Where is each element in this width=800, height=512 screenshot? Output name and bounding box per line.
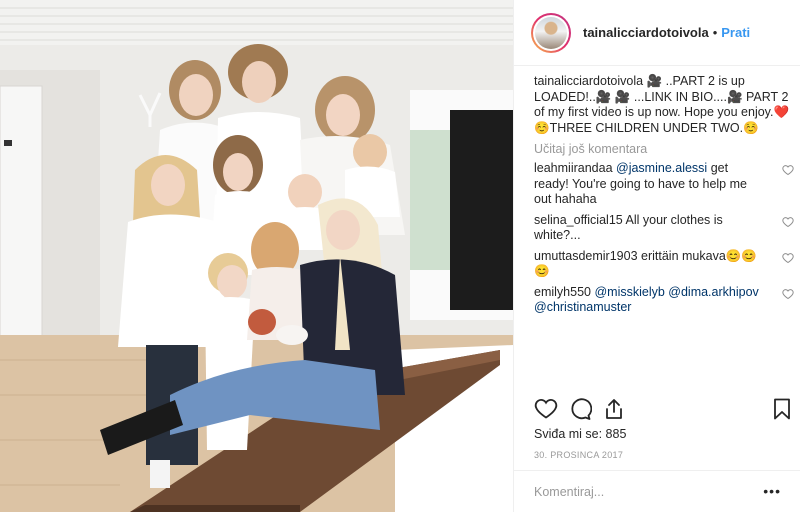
- comment-username[interactable]: umuttasdemir1903: [534, 249, 638, 263]
- comment-text: leahmiirandaa @jasmine.alessi get ready!…: [534, 161, 764, 208]
- avatar-ring: [533, 14, 569, 51]
- comment-bubble-icon[interactable]: [568, 397, 592, 421]
- comment-input[interactable]: [534, 484, 754, 499]
- follow-button[interactable]: Prati: [721, 25, 750, 40]
- avatar[interactable]: [531, 12, 571, 53]
- small-heart-icon[interactable]: [782, 164, 794, 176]
- add-comment-bar: •••: [514, 470, 800, 512]
- post-actions: [534, 397, 794, 423]
- family-photo-illustration: [0, 0, 513, 512]
- comment-text: emilyh550 @misskielyb @dima.arkhipov @ch…: [534, 285, 764, 316]
- share-upload-icon[interactable]: [602, 397, 626, 421]
- comment-text: selina_official15 All your clothes is wh…: [534, 213, 764, 244]
- avatar-image: [535, 16, 567, 49]
- small-heart-icon[interactable]: [782, 216, 794, 228]
- comment-item: umuttasdemir1903 erittäin mukava😊😊😊: [534, 249, 794, 280]
- post-sidebar: tainalicciardotoivola • Prati tainalicci…: [513, 0, 800, 512]
- caption-username[interactable]: tainalicciardotoivola: [534, 74, 643, 88]
- comment-item: emilyh550 @misskielyb @dima.arkhipov @ch…: [534, 285, 794, 316]
- comments-list[interactable]: tainalicciardotoivola 🎥 ..PART 2 is up L…: [534, 70, 794, 388]
- bookmark-icon[interactable]: [770, 397, 794, 421]
- more-options-icon[interactable]: •••: [763, 483, 781, 499]
- load-more-comments-link[interactable]: Učitaj još komentara: [534, 142, 794, 156]
- heart-icon[interactable]: [534, 397, 558, 421]
- comment-item: selina_official15 All your clothes is wh…: [534, 213, 794, 244]
- comment-username[interactable]: leahmiirandaa: [534, 161, 613, 175]
- comment-username[interactable]: selina_official15: [534, 213, 623, 227]
- small-heart-icon[interactable]: [782, 288, 794, 300]
- post-header: tainalicciardotoivola • Prati: [514, 0, 800, 66]
- header-separator: •: [712, 25, 718, 40]
- likes-count[interactable]: Sviđa mi se: 885: [534, 427, 626, 441]
- post-photo[interactable]: [0, 0, 513, 512]
- instagram-post: tainalicciardotoivola • Prati tainalicci…: [0, 0, 800, 512]
- comment-text: umuttasdemir1903 erittäin mukava😊😊😊: [534, 249, 764, 280]
- post-caption: tainalicciardotoivola 🎥 ..PART 2 is up L…: [534, 70, 794, 136]
- comment-item: leahmiirandaa @jasmine.alessi get ready!…: [534, 161, 794, 208]
- post-date: 30. PROSINCA 2017: [534, 450, 624, 460]
- header-username[interactable]: tainalicciardotoivola: [583, 25, 709, 40]
- small-heart-icon[interactable]: [782, 252, 794, 264]
- comment-mention[interactable]: @jasmine.alessi: [616, 161, 707, 175]
- comment-username[interactable]: emilyh550: [534, 285, 591, 299]
